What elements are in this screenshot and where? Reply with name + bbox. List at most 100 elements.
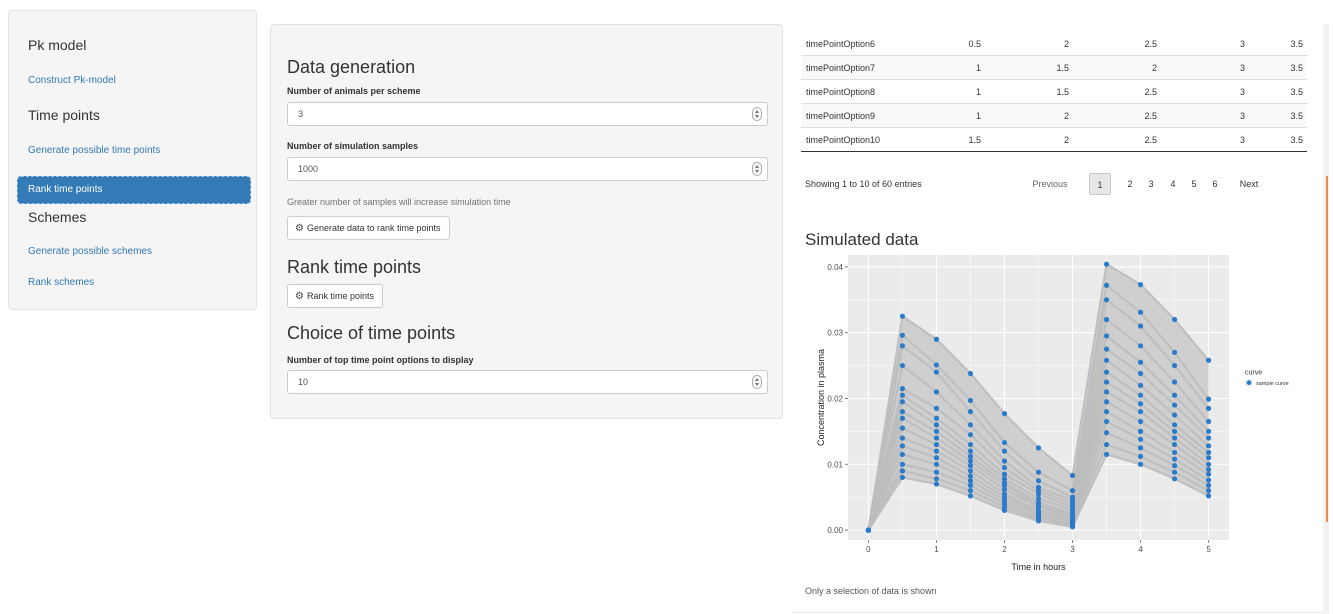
table-cell: 2.5 [1144,38,1157,49]
data-point [1035,518,1042,524]
data-point [1171,412,1178,418]
sidebar-header-time-points: Time points [28,107,100,123]
x-axis-label: Time in hours [1011,562,1066,572]
data-point [967,493,974,499]
data-point [967,463,974,469]
data-point [1137,401,1144,407]
data-point [1171,456,1178,462]
data-point [1103,297,1110,303]
rank-time-points-button[interactable]: ⚙ Rank time points [287,284,383,308]
simulation-samples-value: 1000 [298,164,319,174]
data-point [933,448,940,454]
data-point [1001,448,1008,454]
pagination-page-2[interactable]: 2 [1121,173,1139,195]
data-point [967,482,974,488]
data-point [1205,461,1212,467]
sidebar-item-rank-time-points[interactable]: Rank time points [17,176,251,204]
table-row: timePointOption8 1 1.5 2.5 3 3.5 [801,79,1307,104]
simulation-samples-input[interactable]: 1000 [287,157,768,181]
pagination-page-4[interactable]: 4 [1164,173,1182,195]
sidebar-item-generate-time-points[interactable]: Generate possible time points [28,145,160,156]
pagination-previous-button[interactable]: Previous [1027,173,1073,195]
table-cell: 2.5 [1073,103,1161,128]
data-point [899,443,906,449]
sidebar-item-generate-schemes[interactable]: Generate possible schemes [28,246,152,257]
legend-title: curve [1245,370,1262,377]
data-point [1205,493,1212,499]
table-cell: 2.5 [1073,79,1161,104]
data-point [1171,422,1178,428]
data-point [1001,507,1008,513]
pagination-next-button[interactable]: Next [1231,173,1267,195]
data-point [1103,333,1110,339]
data-point [933,405,940,411]
data-point [865,527,872,533]
data-point [1103,316,1110,323]
data-point [967,397,974,404]
data-point [1171,362,1178,369]
table-cell-option: timePointOption8 [801,79,926,104]
sidebar-item-rank-schemes[interactable]: Rank schemes [28,277,94,288]
number-spinner-icon[interactable] [752,375,762,389]
table-row: timePointOption6 0.5 2 2.5 3 3.5 [801,32,1307,56]
table-cell: 3 [1161,127,1249,152]
data-point [1103,441,1110,448]
y-axis-label: Concentration in plasma [816,349,826,446]
data-point [1103,430,1110,436]
table-cell-option: timePointOption10 [801,127,926,152]
data-point [1171,349,1178,356]
data-point [1205,477,1212,483]
table-row: timePointOption10 1.5 2 2.5 3 3.5 [801,127,1307,152]
animals-per-scheme-label: Number of animals per scheme [287,86,421,96]
table-cell: 3.5 [1290,38,1303,49]
pagination-page-3[interactable]: 3 [1142,173,1160,195]
data-point [1137,323,1144,329]
data-point [933,336,940,342]
data-point [899,362,906,369]
generate-data-button-label: Generate data to rank time points [306,223,441,233]
data-point [899,425,906,431]
pagination-page-5[interactable]: 5 [1185,173,1203,195]
animals-per-scheme-value: 3 [298,109,304,119]
data-point [1103,261,1110,267]
table-cell: 3.5 [1249,127,1307,152]
data-point [1205,471,1212,477]
animals-per-scheme-input[interactable]: 3 [287,102,768,126]
x-tick-label: 5 [1206,545,1211,554]
data-point [899,474,906,481]
data-point [899,461,906,467]
table-cell-option: timePointOption9 [801,103,926,128]
table-cell: 2 [985,103,1073,128]
number-spinner-icon[interactable] [752,107,762,121]
y-tick-label: 0.02 [827,394,843,403]
table-cell: 2 [985,127,1073,152]
x-tick-label: 2 [1002,545,1007,554]
data-point [933,389,940,395]
choice-of-time-points-title: Choice of time points [287,323,456,343]
data-point [899,392,906,398]
legend-point [1246,380,1252,386]
data-point [933,476,940,482]
table-cell: 3.5 [1249,55,1307,80]
data-point [933,362,940,368]
data-point [1137,418,1144,425]
data-point [1205,443,1212,449]
data-point [1035,491,1042,497]
scrollbar-thumb[interactable] [1326,176,1328,522]
pagination-page-1[interactable]: 1 [1089,173,1111,195]
simulated-data-title: Simulated data [805,230,919,249]
data-point [1137,359,1144,365]
pagination-page-6[interactable]: 6 [1206,173,1224,195]
data-point [899,409,906,415]
number-spinner-icon[interactable] [752,162,762,176]
data-point [967,473,974,479]
data-point [1137,409,1144,415]
chart-note: Only a selection of data is shown [805,586,937,596]
sidebar-item-construct-pk-model[interactable]: Construct Pk-model [28,75,116,86]
generate-data-button[interactable]: ⚙ Generate data to rank time points [287,216,450,240]
data-point [1171,463,1178,469]
top-options-input[interactable]: 10 [287,370,768,394]
data-point [1171,476,1178,482]
cogs-icon: ⚙ [295,223,304,234]
table-cell: 3.5 [1249,103,1307,128]
